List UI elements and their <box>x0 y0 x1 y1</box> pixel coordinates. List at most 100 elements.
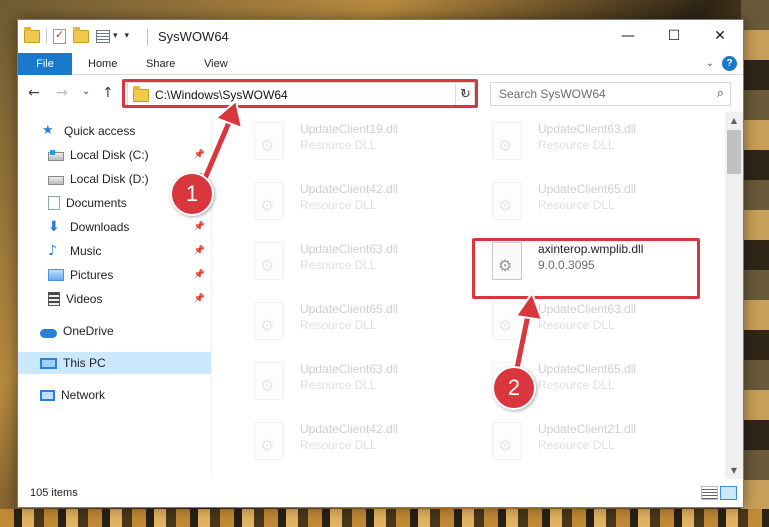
address-highlight-box <box>122 79 478 108</box>
sidebar-item-videos[interactable]: Videos 📌 <box>18 288 211 310</box>
sidebar-item-local-disk-c[interactable]: Local Disk (C:) 📌 <box>18 144 211 166</box>
sidebar-item-pictures[interactable]: Pictures 📌 <box>18 264 211 286</box>
file-description: Resource DLL <box>538 198 615 212</box>
file-description: Resource DLL <box>300 378 377 392</box>
recent-locations-button[interactable]: ⌄ <box>82 86 90 97</box>
navigation-pane: ★ Quick access Local Disk (C:) 📌 Local D… <box>18 112 211 478</box>
callout-step-1: 1 <box>170 172 214 216</box>
view-toggle <box>701 486 737 500</box>
pane-divider <box>211 112 212 478</box>
search-icon[interactable]: ⌕ <box>717 86 724 101</box>
dll-file-icon <box>492 302 522 340</box>
sidebar-item-label: Pictures <box>70 268 114 282</box>
sidebar-item-this-pc[interactable]: This PC <box>18 352 211 374</box>
sidebar-item-label: This PC <box>63 356 106 370</box>
dll-file-icon <box>254 362 284 400</box>
sidebar-item-quick-access[interactable]: ★ Quick access <box>18 120 211 142</box>
pin-icon: 📌 <box>193 270 205 280</box>
close-button[interactable]: ✕ <box>697 20 743 52</box>
file-item[interactable]: UpdateClient65.dll Resource DLL <box>244 294 474 354</box>
file-item[interactable]: UpdateClient21.dll Resource DLL <box>482 414 712 474</box>
desktop-wallpaper-bottom <box>0 509 769 527</box>
details-view-icon[interactable] <box>701 486 718 500</box>
explorer-window: ▾ ▾ SysWOW64 — ☐ ✕ File Home Share View … <box>17 19 744 508</box>
sidebar-item-label: Local Disk (D:) <box>70 172 149 186</box>
scroll-down-icon[interactable]: ▼ <box>725 462 743 479</box>
file-name: UpdateClient63.dll <box>300 242 399 256</box>
expand-ribbon-icon[interactable]: ⌄ <box>706 58 714 69</box>
documents-icon <box>48 196 60 210</box>
file-item[interactable]: UpdateClient63.dll Resource DLL <box>482 294 712 354</box>
downloads-icon: ⬇ <box>48 219 60 235</box>
sidebar-item-label: Videos <box>66 292 103 306</box>
file-name: UpdateClient65.dll <box>300 302 399 316</box>
file-description: Resource DLL <box>538 318 615 332</box>
status-bar: 105 items <box>18 479 743 507</box>
tab-view[interactable]: View <box>204 53 228 75</box>
file-description: Resource DLL <box>300 318 377 332</box>
sidebar-item-network[interactable]: Network <box>18 384 211 406</box>
music-icon: ♪ <box>48 243 57 259</box>
maximize-button[interactable]: ☐ <box>651 20 697 52</box>
pin-icon: 📌 <box>193 294 205 304</box>
ribbon-tabs: File Home Share View ⌄ ? <box>18 53 743 75</box>
scroll-up-icon[interactable]: ▲ <box>725 112 743 129</box>
sidebar-item-label: Music <box>70 244 102 258</box>
vertical-scrollbar[interactable]: ▲ ▼ <box>725 112 743 479</box>
file-description: Resource DLL <box>538 378 615 392</box>
qat-dropdown-icon[interactable]: ▾ <box>113 31 118 41</box>
file-item[interactable]: UpdateClient42.dll Resource DLL <box>244 414 474 474</box>
sidebar-item-onedrive[interactable]: OneDrive <box>18 320 211 342</box>
window-title: SysWOW64 <box>158 29 229 44</box>
sidebar-item-label: Quick access <box>64 124 136 138</box>
tab-home[interactable]: Home <box>88 53 117 75</box>
search-input[interactable] <box>499 87 699 101</box>
address-row: ← → ⌄ ↑ C:\Windows\SysWOW64 ⌄ ↻ ⌕ <box>18 77 743 111</box>
file-item[interactable]: UpdateClient63.dll Resource DLL <box>244 234 474 294</box>
dll-file-icon <box>254 302 284 340</box>
customize-view-icon[interactable] <box>96 29 110 43</box>
up-button[interactable]: ↑ <box>102 85 114 101</box>
forward-button[interactable]: → <box>56 85 68 101</box>
file-item[interactable]: UpdateClient65.dll Resource DLL <box>482 174 712 234</box>
pin-icon: 📌 <box>193 246 205 256</box>
onedrive-icon <box>40 328 57 338</box>
tab-file[interactable]: File <box>18 53 72 75</box>
tab-share[interactable]: Share <box>146 53 175 75</box>
search-box[interactable]: ⌕ <box>490 82 731 106</box>
toolbar-divider <box>46 28 47 44</box>
dll-file-icon <box>254 122 284 160</box>
title-bar: ▾ ▾ SysWOW64 — ☐ ✕ <box>18 20 743 53</box>
help-icon[interactable]: ? <box>722 56 737 71</box>
scrollbar-thumb[interactable] <box>727 130 741 174</box>
drive-icon <box>48 176 64 185</box>
file-description: Resource DLL <box>300 438 377 452</box>
file-item[interactable]: UpdateClient19.dll Resource DLL <box>244 114 474 174</box>
file-description: Resource DLL <box>300 198 377 212</box>
new-folder-icon[interactable] <box>73 26 89 43</box>
desktop-wallpaper <box>741 0 769 527</box>
videos-icon <box>48 292 60 306</box>
large-icons-view-icon[interactable] <box>720 486 737 500</box>
back-button[interactable]: ← <box>28 85 40 101</box>
sidebar-item-label: Network <box>61 388 106 402</box>
properties-icon[interactable] <box>53 28 66 44</box>
title-divider <box>147 29 148 45</box>
dll-file-icon <box>254 422 284 460</box>
qat-customize-icon[interactable]: ▾ <box>125 31 130 41</box>
file-name: UpdateClient19.dll <box>300 122 399 136</box>
file-item[interactable]: UpdateClient63.dll Resource DLL <box>244 354 474 414</box>
sidebar-item-label: Documents <box>66 196 127 210</box>
file-name: UpdateClient42.dll <box>300 422 399 436</box>
minimize-button[interactable]: — <box>605 20 651 52</box>
file-name: UpdateClient65.dll <box>538 182 637 196</box>
sidebar-item-downloads[interactable]: ⬇ Downloads 📌 <box>18 216 211 238</box>
dll-file-icon <box>492 122 522 160</box>
sidebar-item-music[interactable]: ♪ Music 📌 <box>18 240 211 262</box>
window-controls: — ☐ ✕ <box>605 20 743 52</box>
file-description: Resource DLL <box>300 258 377 272</box>
file-item[interactable]: UpdateClient63.dll Resource DLL <box>482 114 712 174</box>
file-item[interactable]: UpdateClient42.dll Resource DLL <box>244 174 474 234</box>
drive-icon <box>48 150 64 161</box>
ribbon-right-controls: ⌄ ? <box>706 56 737 71</box>
